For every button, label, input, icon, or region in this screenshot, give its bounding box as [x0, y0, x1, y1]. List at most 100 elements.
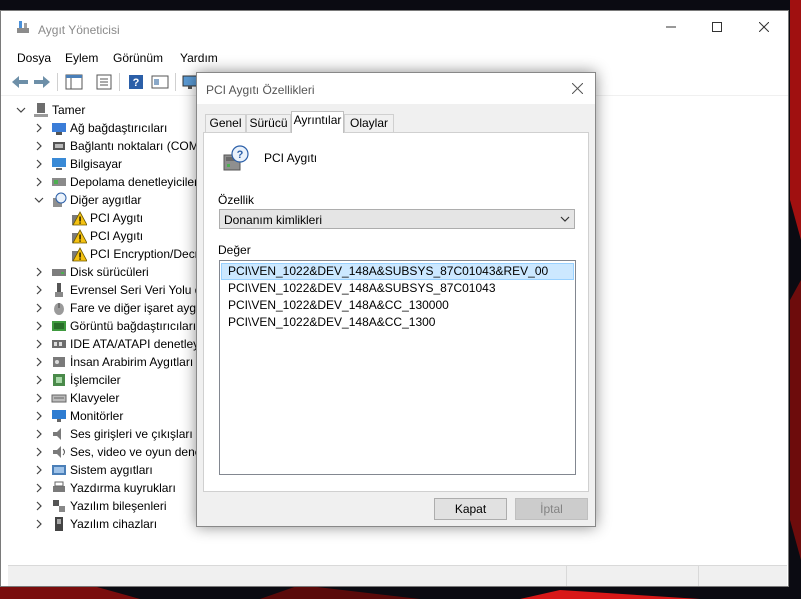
menu-bar: Dosya Eylem Görünüm Yardım	[1, 47, 788, 67]
tab-genel[interactable]: Genel	[205, 114, 246, 132]
view-icon[interactable]	[151, 74, 169, 90]
dialog-close-button[interactable]	[559, 73, 595, 104]
minimize-icon	[666, 26, 676, 27]
chevron-right-icon[interactable]	[33, 479, 45, 497]
chevron-right-icon[interactable]	[33, 515, 45, 533]
chevron-right-icon[interactable]	[33, 371, 45, 389]
system-devices-icon	[51, 462, 67, 478]
property-dropdown[interactable]: Donanım kimlikleri	[219, 209, 575, 229]
status-bar	[8, 565, 787, 586]
chevron-right-icon[interactable]	[33, 119, 45, 137]
tree-item-label: PCI Encryption/Decr	[90, 247, 199, 261]
chevron-right-icon[interactable]	[33, 443, 45, 461]
tab-olaylar[interactable]: Olaylar	[344, 114, 394, 132]
close-dialog-button[interactable]: Kapat	[434, 498, 507, 520]
processor-icon	[51, 372, 67, 388]
network-adapter-icon	[51, 120, 67, 136]
tree-category-item[interactable]: IDE ATA/ATAPI denetleyi	[33, 335, 202, 353]
tree-category-item[interactable]: Fare ve diğer işaret aygıt	[33, 299, 203, 317]
cancel-button[interactable]: İptal	[515, 498, 588, 520]
audio-io-icon	[51, 426, 67, 442]
forward-arrow-icon[interactable]	[33, 74, 51, 90]
tree-category-item[interactable]: Bilgisayar	[33, 155, 122, 173]
tab-strip: Genel Sürücü Ayrıntılar Olaylar	[205, 111, 585, 133]
console-tree-icon[interactable]	[65, 74, 83, 90]
value-label: Değer	[218, 243, 251, 257]
tree-category-item[interactable]: Yazdırma kuyrukları	[33, 479, 176, 497]
menu-dosya[interactable]: Dosya	[17, 51, 51, 65]
tree-category-item[interactable]: Yazılım cihazları	[33, 515, 157, 533]
tree-category-item[interactable]: Klavyeler	[33, 389, 119, 407]
disk-drive-icon	[51, 264, 67, 280]
tree-item-label: Ses, video ve oyun dene	[70, 445, 202, 459]
tab-surucu[interactable]: Sürücü	[246, 114, 291, 132]
chevron-right-icon[interactable]	[33, 407, 45, 425]
chevron-right-icon[interactable]	[33, 497, 45, 515]
back-arrow-icon[interactable]	[11, 74, 29, 90]
tree-item-label: Bilgisayar	[70, 157, 123, 171]
tree-category-item[interactable]: İşlemciler	[33, 371, 121, 389]
device-name: PCI Aygıtı	[264, 151, 318, 165]
chevron-right-icon[interactable]	[33, 281, 45, 299]
tree-item-label: Görüntü bağdaştırıcıları	[70, 319, 197, 333]
tree-child-item[interactable]: PCI Aygıtı	[53, 209, 143, 227]
chevron-right-icon[interactable]	[33, 389, 45, 407]
chevron-right-icon[interactable]	[33, 317, 45, 335]
computer-icon	[51, 156, 67, 172]
tree-root[interactable]: Tamer	[15, 101, 85, 119]
storage-controller-icon	[51, 174, 67, 190]
chevron-right-icon[interactable]	[33, 353, 45, 371]
tree-category-item[interactable]: Bağlantı noktaları (COM	[33, 137, 199, 155]
chevron-down-icon[interactable]	[15, 101, 27, 119]
toolbar-separator	[57, 73, 58, 91]
window-title: Aygıt Yöneticisi	[38, 23, 120, 37]
chevron-right-icon[interactable]	[33, 461, 45, 479]
minimize-button[interactable]	[648, 11, 694, 42]
tree-category-item[interactable]: İnsan Arabirim Aygıtları	[33, 353, 193, 371]
menu-eylem[interactable]: Eylem	[65, 51, 98, 65]
property-dropdown-value: Donanım kimlikleri	[224, 213, 323, 227]
chevron-right-icon[interactable]	[33, 173, 45, 191]
close-button[interactable]	[741, 11, 787, 42]
menu-gorunum[interactable]: Görünüm	[113, 51, 163, 65]
tree-category-item[interactable]: Diğer aygıtlar	[33, 191, 141, 209]
chevron-down-icon[interactable]	[33, 191, 45, 209]
tree-category-item[interactable]: Yazılım bileşenleri	[33, 497, 166, 515]
properties-icon[interactable]	[95, 74, 113, 90]
close-icon	[759, 21, 769, 32]
tree-category-item[interactable]: Disk sürücüleri	[33, 263, 149, 281]
title-bar: Aygıt Yöneticisi	[1, 11, 788, 42]
tree-child-item[interactable]: PCI Encryption/Decr	[53, 245, 199, 263]
maximize-icon	[712, 21, 722, 32]
warning-device-icon	[71, 246, 88, 262]
chevron-right-icon[interactable]	[33, 335, 45, 353]
tree-category-item[interactable]: Monitörler	[33, 407, 123, 425]
tree-item-label: Monitörler	[70, 409, 124, 423]
maximize-button[interactable]	[694, 11, 740, 42]
tree-category-item[interactable]: Sistem aygıtları	[33, 461, 153, 479]
tab-ayrintilar[interactable]: Ayrıntılar	[291, 111, 344, 133]
list-item[interactable]: PCI\VEN_1022&DEV_148A&CC_1300	[221, 314, 574, 331]
dialog-title: PCI Aygıtı Özellikleri	[206, 83, 315, 97]
chevron-right-icon[interactable]	[33, 425, 45, 443]
list-item[interactable]: PCI\VEN_1022&DEV_148A&SUBSYS_87C01043&RE…	[221, 263, 574, 280]
tree-category-item[interactable]: Evrensel Seri Veri Yolu de	[33, 281, 208, 299]
tree-category-item[interactable]: Depolama denetleyiciler	[33, 173, 198, 191]
help-icon[interactable]: ?	[127, 74, 145, 90]
list-item[interactable]: PCI\VEN_1022&DEV_148A&CC_130000	[221, 297, 574, 314]
chevron-right-icon[interactable]	[33, 137, 45, 155]
tree-category-item[interactable]: Ses, video ve oyun dene	[33, 443, 201, 461]
tree-category-item[interactable]: Görüntü bağdaştırıcıları	[33, 317, 196, 335]
tree-item-label: PCI Aygıtı	[90, 229, 144, 243]
chevron-right-icon[interactable]	[33, 155, 45, 173]
menu-yardim[interactable]: Yardım	[180, 51, 218, 65]
value-list[interactable]: PCI\VEN_1022&DEV_148A&SUBSYS_87C01043&RE…	[219, 260, 576, 475]
chevron-right-icon[interactable]	[33, 299, 45, 317]
tree-child-item[interactable]: PCI Aygıtı	[53, 227, 143, 245]
list-item[interactable]: PCI\VEN_1022&DEV_148A&SUBSYS_87C01043	[221, 280, 574, 297]
tree-category-item[interactable]: Ağ bağdaştırıcıları	[33, 119, 167, 137]
tree-item-label: IDE ATA/ATAPI denetleyi	[70, 337, 202, 351]
tree-category-item[interactable]: Ses girişleri ve çıkışları	[33, 425, 193, 443]
chevron-right-icon[interactable]	[33, 263, 45, 281]
